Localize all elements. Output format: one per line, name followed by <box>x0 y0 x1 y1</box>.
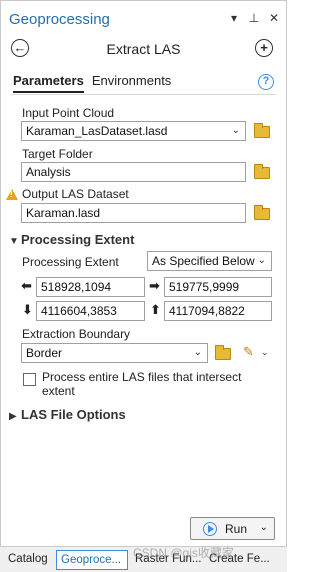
output-las-dataset-input[interactable]: Karaman.lasd <box>21 203 246 223</box>
las-file-options-label: LAS File Options <box>21 407 126 422</box>
extraction-boundary-value: Border <box>26 346 63 360</box>
browse-folder-icon[interactable] <box>215 345 231 360</box>
down-arrow-icon: ⬇ <box>22 302 33 317</box>
right-arrow-icon: ➡ <box>149 278 160 293</box>
processing-extent-section[interactable]: ▼ Processing Extent <box>9 232 134 247</box>
extent-top-input[interactable]: 4117094,8822 <box>164 301 272 321</box>
play-icon <box>203 522 217 536</box>
pane-title: Geoprocessing <box>9 11 110 28</box>
chevron-down-icon: ▼ <box>9 236 19 247</box>
pane-window-controls: ▾ ⊥ ✕ <box>228 12 280 24</box>
chevron-down-icon: ⌄ <box>257 255 266 266</box>
extent-left-input[interactable]: 518928,1094 <box>36 277 145 297</box>
browse-folder-icon[interactable] <box>254 205 270 220</box>
output-las-dataset-label: Output LAS Dataset <box>22 187 129 201</box>
processing-extent-section-label: Processing Extent <box>21 232 135 247</box>
tab-environments[interactable]: Environments <box>92 73 171 93</box>
browse-folder-icon[interactable] <box>254 123 270 138</box>
chevron-down-icon[interactable]: ⌄ <box>260 522 268 533</box>
target-folder-input[interactable]: Analysis <box>21 162 246 182</box>
tool-header: ← Extract LAS + <box>1 37 286 61</box>
extent-right-value: 519775,9999 <box>169 280 240 294</box>
extraction-boundary-dropdown[interactable]: Border ⌄ <box>21 343 208 363</box>
output-las-dataset-value: Karaman.lasd <box>26 206 101 220</box>
help-icon[interactable]: ? <box>258 74 274 90</box>
input-point-cloud-value: Karaman_LasDataset.lasd <box>26 124 168 138</box>
watermark: CSDN @gis收藏家 <box>133 546 234 560</box>
add-icon[interactable]: + <box>255 39 273 57</box>
tab-catalog[interactable]: Catalog <box>4 550 54 570</box>
chevron-down-icon: ⌄ <box>193 347 202 358</box>
processing-extent-label: Processing Extent <box>22 255 119 269</box>
input-point-cloud-label: Input Point Cloud <box>22 106 115 120</box>
chevron-down-icon[interactable]: ⌄ <box>261 347 269 358</box>
chevron-down-icon[interactable]: ▾ <box>228 12 240 24</box>
pane-titlebar: Geoprocessing ▾ ⊥ ✕ <box>1 1 286 35</box>
up-arrow-icon: ⬆ <box>150 302 161 317</box>
target-folder-value: Analysis <box>26 165 71 179</box>
tabs-divider <box>11 94 276 95</box>
warning-icon: ! <box>6 189 18 200</box>
extent-bottom-input[interactable]: 4116604,3853 <box>36 301 145 321</box>
processing-extent-dropdown[interactable]: As Specified Below ⌄ <box>147 251 272 271</box>
extent-top-value: 4117094,8822 <box>169 304 245 318</box>
extent-right-input[interactable]: 519775,9999 <box>164 277 272 297</box>
run-label: Run <box>225 522 248 536</box>
tab-parameters[interactable]: Parameters <box>13 73 84 93</box>
chevron-down-icon: ⌄ <box>231 125 240 136</box>
run-button[interactable]: Run ⌄ <box>190 517 275 540</box>
pin-icon[interactable]: ⊥ <box>248 12 260 24</box>
process-entire-las-label: Process entire LAS files that intersect … <box>42 370 242 398</box>
pencil-icon[interactable]: ✎ <box>243 344 254 360</box>
browse-folder-icon[interactable] <box>254 164 270 179</box>
extraction-boundary-label: Extraction Boundary <box>22 327 131 341</box>
close-icon[interactable]: ✕ <box>268 12 280 24</box>
tool-title: Extract LAS <box>106 41 181 57</box>
process-entire-las-checkbox[interactable] <box>23 373 36 386</box>
extent-bottom-value: 4116604,3853 <box>41 304 117 318</box>
geoprocessing-pane: Geoprocessing ▾ ⊥ ✕ ← Extract LAS + Para… <box>0 0 287 548</box>
chevron-right-icon: ▶ <box>9 411 17 422</box>
processing-extent-value: As Specified Below <box>152 254 255 268</box>
las-file-options-section[interactable]: ▶ LAS File Options <box>9 407 126 422</box>
left-arrow-icon: ⬅ <box>21 278 32 293</box>
tool-tabs: Parameters Environments <box>13 73 171 93</box>
extent-left-value: 518928,1094 <box>41 280 112 294</box>
input-point-cloud-dropdown[interactable]: Karaman_LasDataset.lasd ⌄ <box>21 121 246 141</box>
target-folder-label: Target Folder <box>22 147 93 161</box>
tab-geoprocessing[interactable]: Geoproce... <box>56 550 128 570</box>
